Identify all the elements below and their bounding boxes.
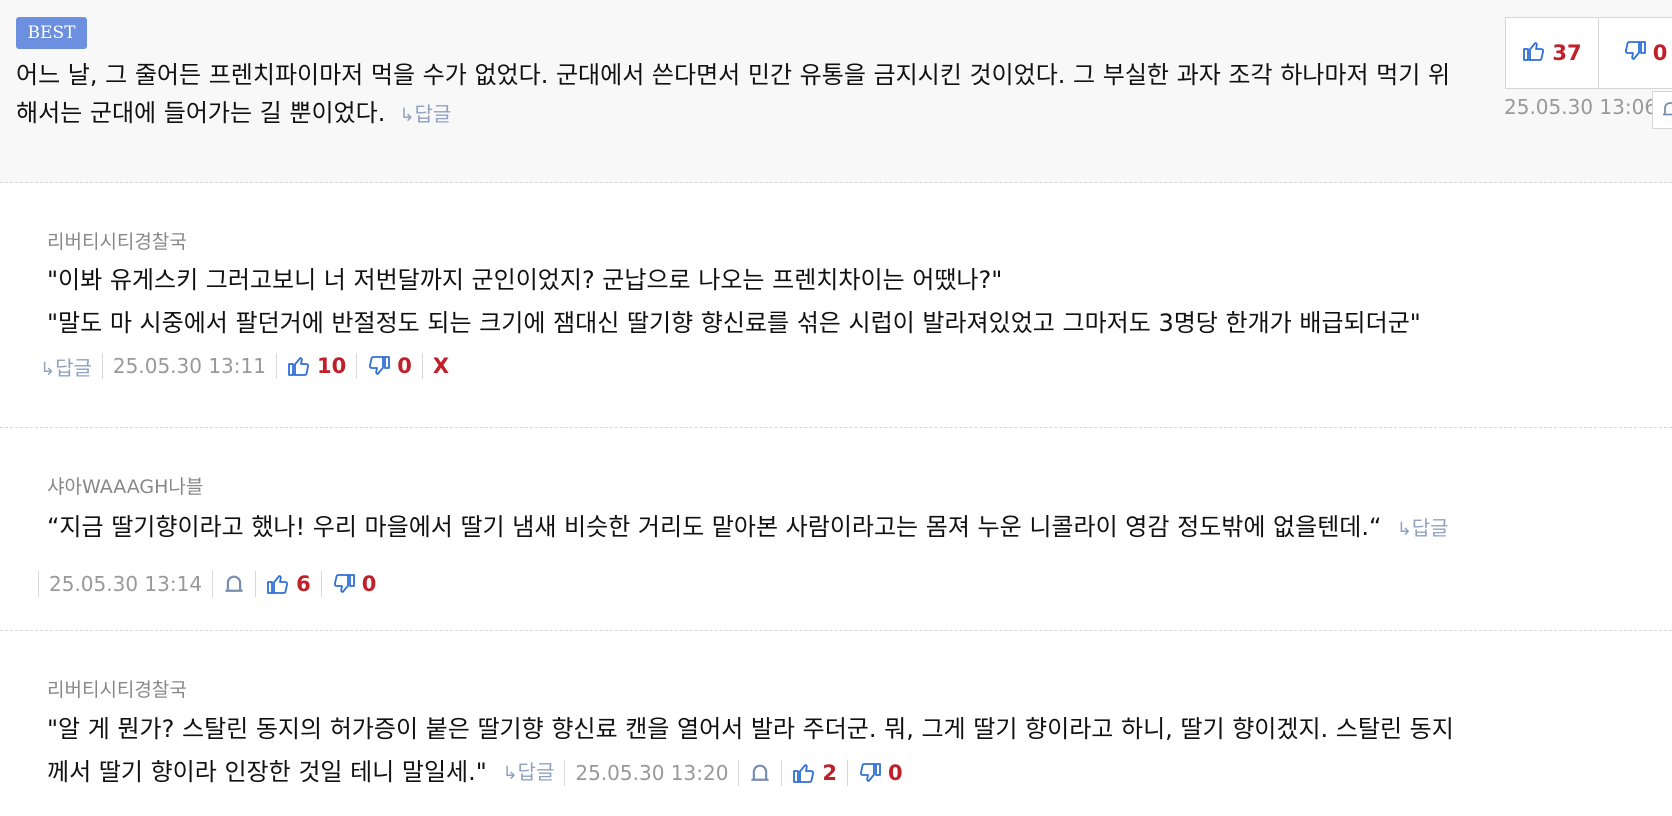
best-comment-text: 어느 날, 그 줄어든 프렌치파이마저 먹을 수가 없었다. 군대에서 쓴다면서… (16, 56, 1466, 135)
dislike-count: 0 (361, 572, 377, 596)
thumbs-up-icon (267, 575, 289, 594)
reply-arrow-icon: ↳ (502, 763, 518, 784)
best-like-button[interactable]: 37 (1506, 18, 1598, 88)
reply-link[interactable]: ↳답글 (40, 352, 92, 381)
divider (212, 571, 214, 597)
dislike-count: 0 (397, 354, 412, 378)
divider (781, 760, 783, 786)
comment-meta: ↳답글 25.05.30 13:20 2 0 (502, 757, 903, 789)
thumbs-down-icon (333, 574, 355, 593)
divider (255, 571, 257, 597)
like-button[interactable]: 2 (792, 752, 837, 795)
divider (101, 353, 103, 379)
comment-line-body: 께서 딸기 향이라 인장한 것일 테니 말일세." (47, 758, 487, 786)
best-badge: BEST (16, 17, 87, 49)
best-like-count: 37 (1552, 41, 1582, 65)
best-vote-box: 37 0 (1505, 17, 1672, 89)
best-comment: BEST 어느 날, 그 줄어든 프렌치파이마저 먹을 수가 없었다. 군대에서… (0, 0, 1672, 183)
comment-item: 샤아WAAAGH나블 “지금 딸기향이라고 했나! 우리 마을에서 딸기 냄새 … (0, 428, 1672, 631)
report-bell-icon (751, 764, 769, 781)
comment-date: 25.05.30 13:11 (112, 354, 266, 378)
dislike-button[interactable]: 0 (858, 752, 903, 795)
reply-arrow-icon: ↳ (40, 358, 56, 380)
best-comment-date: 25.05.30 13:06 (1504, 95, 1658, 119)
dislike-button[interactable]: 0 (332, 572, 377, 596)
divider (275, 353, 277, 379)
best-report-button[interactable] (1652, 91, 1672, 129)
divider (356, 353, 358, 379)
report-bell-icon (225, 575, 243, 592)
comment-meta: 25.05.30 13:14 6 0 (38, 568, 376, 600)
reply-link[interactable]: ↳답글 (502, 751, 554, 795)
divider (38, 571, 39, 597)
comment-item: 리버티시티경찰국 "이봐 유게스키 그러고보니 너 저번달까지 군인이었지? 군… (0, 183, 1672, 428)
comment-line: 께서 딸기 향이라 인장한 것일 테니 말일세." ↳답글 25.05.30 1… (47, 751, 1647, 794)
thumbs-down-icon (1623, 39, 1647, 67)
thumbs-up-icon (288, 357, 309, 376)
comment-text: "이봐 유게스키 그러고보니 너 저번달까지 군인이었지? 군납으로 나오는 프… (47, 259, 1647, 345)
reply-label: 답글 (517, 760, 555, 784)
like-count: 10 (316, 354, 347, 378)
reply-label: 답글 (1411, 516, 1449, 540)
report-bell-icon (1663, 102, 1672, 116)
dislike-button[interactable]: 0 (367, 354, 412, 378)
reply-arrow-icon: ↳ (1396, 519, 1412, 540)
divider (847, 760, 849, 786)
comment-line: "이봐 유게스키 그러고보니 너 저번달까지 군인이었지? 군납으로 나오는 프… (47, 266, 1003, 294)
comment-author: 리버티시티경찰국 (47, 679, 187, 701)
delete-button[interactable]: X (433, 354, 449, 378)
comment-item: 리버티시티경찰국 "알 게 뭔가? 스탈린 동지의 허가증이 붙은 딸기향 향신… (0, 631, 1672, 816)
dislike-count: 0 (888, 760, 903, 785)
best-reply-link[interactable]: ↳답글 (393, 102, 451, 126)
report-button[interactable] (749, 762, 771, 784)
comment-line: "알 게 뭔가? 스탈린 동지의 허가증이 붙은 딸기향 향신료 캔을 열어서 … (47, 715, 1454, 743)
thumbs-down-icon (860, 763, 881, 782)
comment-text: “지금 딸기향이라고 했나! 우리 마을에서 딸기 냄새 비슷한 거리도 맡아본… (47, 506, 1647, 551)
thumbs-up-icon (793, 764, 815, 783)
like-button[interactable]: 10 (287, 354, 346, 378)
comment-line-body: “지금 딸기향이라고 했나! 우리 마을에서 딸기 냄새 비슷한 거리도 맡아본… (47, 513, 1382, 541)
comment-meta: ↳답글 25.05.30 13:11 10 0 X (40, 350, 449, 382)
comment-date: 25.05.30 13:20 (575, 760, 729, 785)
comment-text: "알 게 뭔가? 스탈린 동지의 허가증이 붙은 딸기향 향신료 캔을 열어서 … (47, 708, 1647, 794)
reply-link[interactable]: ↳답글 (1397, 516, 1449, 540)
best-dislike-button[interactable]: 0 (1598, 18, 1672, 88)
comment-line: “지금 딸기향이라고 했나! 우리 마을에서 딸기 냄새 비슷한 거리도 맡아본… (47, 506, 1647, 551)
like-button[interactable]: 6 (266, 572, 311, 596)
divider (320, 571, 322, 597)
best-dislike-count: 0 (1652, 41, 1668, 65)
thumbs-down-icon (369, 356, 391, 375)
reply-arrow-icon: ↳ (399, 105, 415, 126)
best-comment-body: 어느 날, 그 줄어든 프렌치파이마저 먹을 수가 없었다. 군대에서 쓴다면서… (16, 61, 1451, 127)
reply-label: 답글 (55, 355, 92, 380)
thumbs-up-icon (1522, 39, 1546, 67)
comment-line: "말도 마 시중에서 팔던거에 반절정도 되는 크기에 잼대신 딸기향 향신료를… (47, 309, 1421, 337)
like-count: 2 (822, 760, 838, 785)
comment-date: 25.05.30 13:14 (49, 572, 203, 596)
divider (564, 760, 566, 786)
reply-label: 답글 (414, 102, 452, 126)
report-button[interactable] (223, 573, 245, 595)
like-count: 6 (296, 572, 311, 596)
divider (421, 353, 423, 379)
comment-author: 리버티시티경찰국 (47, 231, 187, 253)
comment-author: 샤아WAAAGH나블 (47, 476, 204, 498)
divider (738, 760, 740, 786)
